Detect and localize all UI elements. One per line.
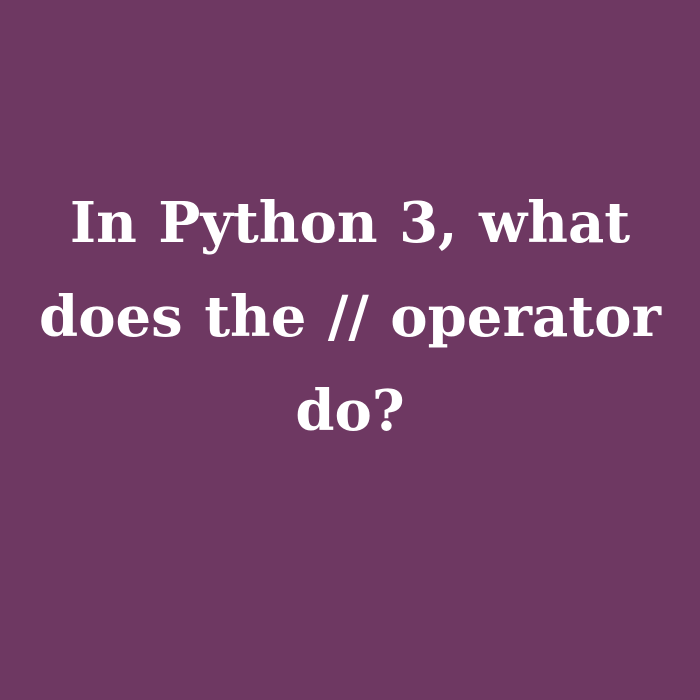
question-text: In Python 3, what does the // operator d… bbox=[39, 190, 661, 444]
question-card: In Python 3, what does the // operator d… bbox=[0, 0, 700, 700]
